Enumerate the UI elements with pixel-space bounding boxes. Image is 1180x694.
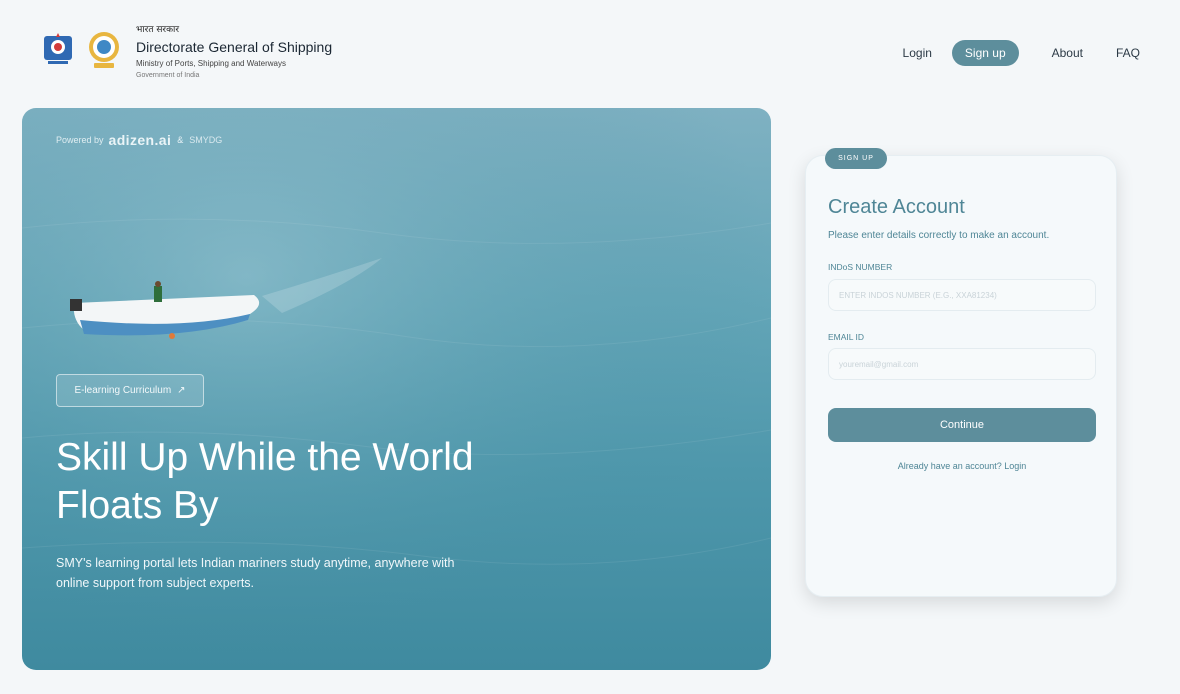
hindi-title: भारत सरकार xyxy=(136,25,180,35)
signup-card: Create Account Please enter details corr… xyxy=(805,155,1117,597)
email-label: EMAIL ID xyxy=(828,332,865,342)
adizen-logo: adizen.ai xyxy=(108,132,172,148)
nav-faq-link[interactable]: FAQ xyxy=(1116,46,1140,60)
smydg-logo: SMYDG xyxy=(189,135,223,145)
dgs-emblem-logo xyxy=(40,30,76,66)
external-link-icon: ↗ xyxy=(177,385,186,396)
elearning-label: E-learning Curriculum xyxy=(74,385,172,396)
hero-subtext: SMY's learning portal lets Indian marine… xyxy=(56,556,455,590)
site-header: भारत सरकार Directorate General of Shippi… xyxy=(0,0,1180,100)
nav-about-link[interactable]: About xyxy=(1052,46,1083,60)
top-nav: Login Sign up About FAQ xyxy=(870,39,1140,67)
ministry-name: Ministry of Ports, Shipping and Waterway… xyxy=(136,59,286,68)
login-link[interactable]: Already have an account? Login xyxy=(806,461,1118,471)
hero-banner: Powered by adizen.ai & SMYDG E-learning … xyxy=(22,108,771,670)
nav-login-link[interactable]: Login xyxy=(903,46,932,60)
indos-label: INDoS NUMBER xyxy=(828,262,893,272)
signup-tag: SIGN UP xyxy=(825,148,887,169)
elearning-curriculum-button[interactable]: E-learning Curriculum ↗ xyxy=(56,374,204,407)
powered-by-text: Powered by xyxy=(56,135,104,145)
create-account-title: Create Account xyxy=(828,196,965,218)
ampersand: & xyxy=(177,135,184,145)
signup-description: Please enter details correctly to make a… xyxy=(828,230,1050,241)
hero-headline: Skill Up While the World Floats By xyxy=(56,436,474,527)
powered-by-row: Powered by adizen.ai & SMYDG xyxy=(56,132,222,148)
government-name: Government of India xyxy=(136,72,200,79)
org-name: Directorate General of Shipping xyxy=(136,39,333,55)
email-input[interactable] xyxy=(828,348,1096,380)
continue-button[interactable]: Continue xyxy=(828,408,1096,442)
nav-signup-button[interactable]: Sign up xyxy=(951,40,1019,66)
organization-block: भारत सरकार Directorate General of Shippi… xyxy=(136,24,332,81)
indos-input[interactable] xyxy=(828,279,1096,311)
ministry-seal-logo xyxy=(86,30,122,70)
